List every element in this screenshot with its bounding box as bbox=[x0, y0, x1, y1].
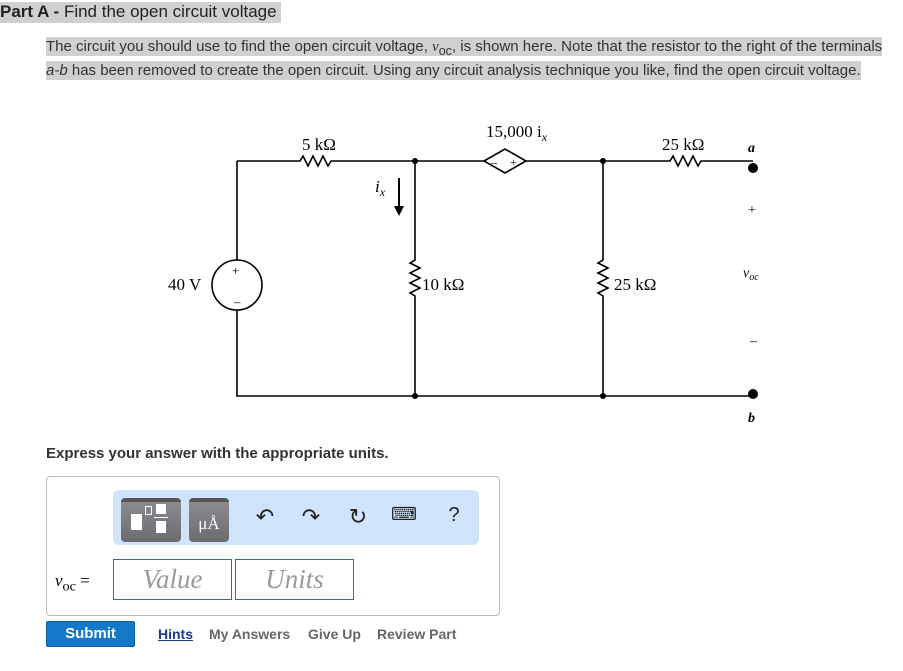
part-title: Part A - Find the open circuit voltage bbox=[0, 2, 281, 23]
circuit-diagram: 5 kΩ 40 V + – ix 10 kΩ 15,000 ix – + 25 … bbox=[168, 122, 759, 426]
dependent-source-label: 15,000 ix bbox=[486, 122, 548, 144]
answer-box: μÅ ↶ ↷ ↻ ⌨ ? voc = Value Units bbox=[46, 476, 500, 616]
resistor-25k-vertical-label: 25 kΩ bbox=[614, 275, 656, 294]
give-up-link[interactable]: Give Up bbox=[308, 626, 361, 642]
answer-label: voc = bbox=[55, 571, 90, 595]
review-part-link[interactable]: Review Part bbox=[377, 626, 456, 642]
help-button[interactable]: ? bbox=[439, 504, 469, 527]
svg-text:–: – bbox=[233, 294, 241, 309]
problem-description: The circuit you should use to find the o… bbox=[46, 37, 883, 80]
svg-text:a: a bbox=[748, 141, 755, 156]
source-40v-label: 40 V bbox=[168, 275, 202, 294]
keyboard-icon[interactable]: ⌨ bbox=[389, 504, 419, 525]
templates-button[interactable] bbox=[121, 498, 181, 542]
svg-text:b: b bbox=[748, 411, 755, 426]
instruction: Express your answer with the appropriate… bbox=[46, 445, 389, 462]
reset-icon[interactable]: ↻ bbox=[343, 504, 373, 530]
math-toolbar: μÅ ↶ ↷ ↻ ⌨ ? bbox=[113, 490, 479, 545]
redo-icon[interactable]: ↷ bbox=[296, 504, 326, 530]
value-input[interactable]: Value bbox=[113, 559, 232, 600]
svg-text:–: – bbox=[490, 155, 498, 169]
submit-button[interactable]: Submit bbox=[46, 621, 135, 647]
ix-label: ix bbox=[375, 177, 386, 199]
svg-text:+: + bbox=[510, 155, 517, 169]
svg-text:+: + bbox=[748, 203, 756, 218]
units-button[interactable]: μÅ bbox=[189, 498, 229, 542]
svg-text:+: + bbox=[232, 263, 239, 278]
resistor-5k-label: 5 kΩ bbox=[302, 135, 336, 154]
svg-text:–: – bbox=[749, 334, 758, 349]
voc-label: voc bbox=[743, 266, 759, 283]
undo-icon[interactable]: ↶ bbox=[250, 504, 280, 530]
units-input[interactable]: Units bbox=[235, 559, 354, 600]
hints-link[interactable]: Hints bbox=[158, 626, 193, 642]
resistor-10k-label: 10 kΩ bbox=[422, 275, 464, 294]
resistor-25k-horizontal-label: 25 kΩ bbox=[662, 135, 704, 154]
my-answers-link[interactable]: My Answers bbox=[209, 626, 290, 642]
